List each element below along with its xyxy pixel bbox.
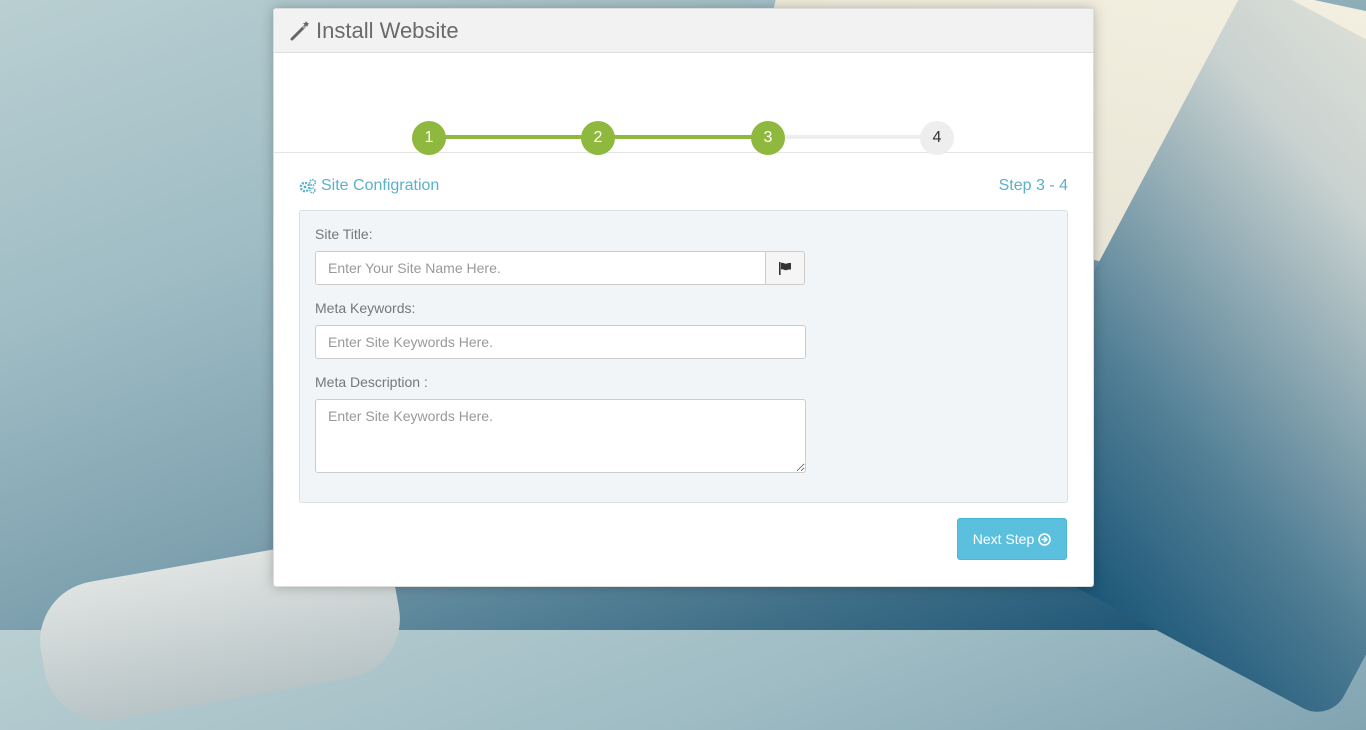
main-content: Site Configration Step 3 - 4 Site Title:…: [299, 174, 1068, 503]
wizard-step-1[interactable]: 1: [412, 121, 446, 155]
wizard-steps: 1 2 3 4: [274, 53, 1093, 155]
page-title: Install Website: [316, 17, 459, 43]
gears-icon: [299, 178, 317, 194]
section-title-label: Site Configration: [321, 177, 440, 194]
site-title-input[interactable]: [315, 251, 766, 285]
wizard-step-2[interactable]: 2: [581, 121, 615, 155]
install-panel: Install Website 1 2 3 4 Site Configratio…: [273, 8, 1094, 587]
meta-keywords-label: Meta Keywords:: [315, 300, 416, 316]
magic-wand-icon: [290, 20, 309, 40]
section-title: Site Configration: [299, 177, 439, 195]
wizard-step-3[interactable]: 3: [751, 121, 785, 155]
progress-line-pending: [769, 135, 939, 139]
step-counter: Step 3 - 4: [998, 177, 1068, 194]
next-step-button[interactable]: Next Step: [957, 518, 1067, 560]
meta-description-textarea[interactable]: [315, 399, 806, 473]
site-config-form: Site Title: Meta Keywords: Meta Descript…: [299, 210, 1068, 503]
circle-arrow-right-icon: [1038, 532, 1052, 546]
flag-icon: [779, 261, 791, 275]
site-title-label: Site Title:: [315, 226, 373, 242]
panel-heading: Install Website: [274, 9, 1093, 53]
meta-description-label: Meta Description :: [315, 374, 428, 390]
site-title-addon: [765, 251, 805, 285]
wizard-step-4[interactable]: 4: [920, 121, 954, 155]
section-header: Site Configration Step 3 - 4: [299, 174, 1068, 198]
meta-keywords-input[interactable]: [315, 325, 806, 359]
next-step-label: Next Step: [972, 531, 1035, 547]
